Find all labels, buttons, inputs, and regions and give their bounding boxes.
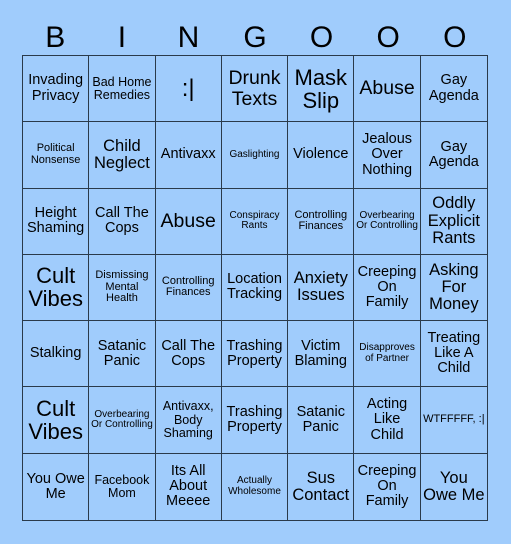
bingo-cell[interactable]: Acting Like Child — [354, 387, 421, 454]
bingo-cell[interactable]: Call The Cops — [155, 321, 222, 388]
bingo-cell[interactable]: Invading Privacy — [23, 56, 90, 123]
bingo-cell[interactable]: Facebook Mom — [89, 453, 156, 520]
bingo-cell[interactable]: Overbearing Or Controlling — [89, 387, 156, 454]
bingo-cell[interactable]: Abuse — [354, 56, 421, 123]
bingo-cell[interactable]: Mask Slip — [288, 56, 355, 123]
bingo-cell[interactable]: Trashing Property — [221, 387, 289, 454]
bingo-cell[interactable]: Asking For Money — [420, 254, 487, 322]
bingo-cell[interactable]: Jealous Over Nothing — [354, 122, 421, 189]
header-letter: O — [443, 21, 467, 54]
bingo-cell[interactable]: Creeping On Family — [354, 453, 421, 520]
bingo-cell[interactable]: Child Neglect — [89, 122, 156, 189]
bingo-cell[interactable]: Antivaxx, Body Shaming — [155, 387, 222, 454]
header-letter: N — [177, 21, 200, 54]
bingo-cell[interactable]: Disapproves of Partner — [354, 321, 421, 388]
bingo-cell[interactable]: Controlling Finances — [155, 254, 222, 322]
bingo-cell[interactable]: Treating Like A Child — [420, 321, 487, 388]
header-letter: B — [45, 21, 66, 54]
bingo-cell[interactable]: :| — [155, 56, 222, 123]
bingo-cell[interactable]: Creeping On Family — [354, 254, 421, 322]
bingo-cell[interactable]: Anxiety Issues — [288, 254, 355, 322]
bingo-cell[interactable]: Satanic Panic — [288, 387, 355, 454]
bingo-cell[interactable]: Drunk Texts — [221, 56, 289, 123]
bingo-cell[interactable]: Location Tracking — [221, 254, 289, 322]
header-letter: O — [309, 21, 334, 54]
bingo-cell[interactable]: Oddly Explicit Rants — [420, 188, 487, 255]
bingo-cell[interactable]: Height Shaming — [23, 188, 90, 255]
bingo-cell[interactable]: Gay Agenda — [420, 122, 487, 189]
bingo-cell[interactable]: Sus Contact — [288, 453, 355, 520]
bingo-cell[interactable]: Call The Cops — [89, 188, 156, 255]
bingo-cell[interactable]: Stalking — [23, 321, 90, 388]
bingo-cell[interactable]: Abuse — [155, 188, 222, 255]
bingo-cell[interactable]: Victim Blaming — [288, 321, 355, 388]
bingo-cell[interactable]: Dismissing Mental Health — [89, 254, 156, 322]
bingo-cell[interactable]: You Owe Me — [23, 453, 90, 520]
bingo-cell[interactable]: Conspiracy Rants — [221, 188, 289, 255]
bingo-cell[interactable]: Controlling Finances — [288, 188, 355, 255]
bingo-cell[interactable]: Its All About Meeee — [155, 453, 222, 520]
bingo-cell[interactable]: Antivaxx — [155, 122, 222, 189]
bingo-grid: Invading Privacy Bad Home Remedies :| Dr… — [22, 55, 488, 521]
header-letter: O — [376, 21, 400, 54]
bingo-cell[interactable]: Actually Wholesome — [221, 453, 289, 520]
bingo-header: B I N G O O O — [22, 20, 488, 56]
bingo-cell[interactable]: Bad Home Remedies — [89, 56, 156, 123]
bingo-cell[interactable]: Violence — [288, 122, 355, 189]
bingo-cell[interactable]: Overbearing Or Controlling — [354, 188, 421, 255]
bingo-cell[interactable]: Gay Agenda — [420, 56, 487, 123]
bingo-cell[interactable]: Trashing Property — [221, 321, 289, 388]
bingo-cell[interactable]: You Owe Me — [420, 453, 487, 520]
bingo-cell[interactable]: Political Nonsense — [23, 122, 90, 189]
header-letter: G — [243, 21, 267, 54]
bingo-cell[interactable]: WTFFFFF, :| — [420, 387, 487, 454]
bingo-cell[interactable]: Satanic Panic — [89, 321, 156, 388]
header-letter: I — [117, 21, 127, 54]
bingo-cell[interactable]: Cult Vibes — [23, 387, 90, 454]
bingo-cell[interactable]: Gaslighting — [221, 122, 289, 189]
bingo-cell[interactable]: Cult Vibes — [23, 254, 90, 322]
